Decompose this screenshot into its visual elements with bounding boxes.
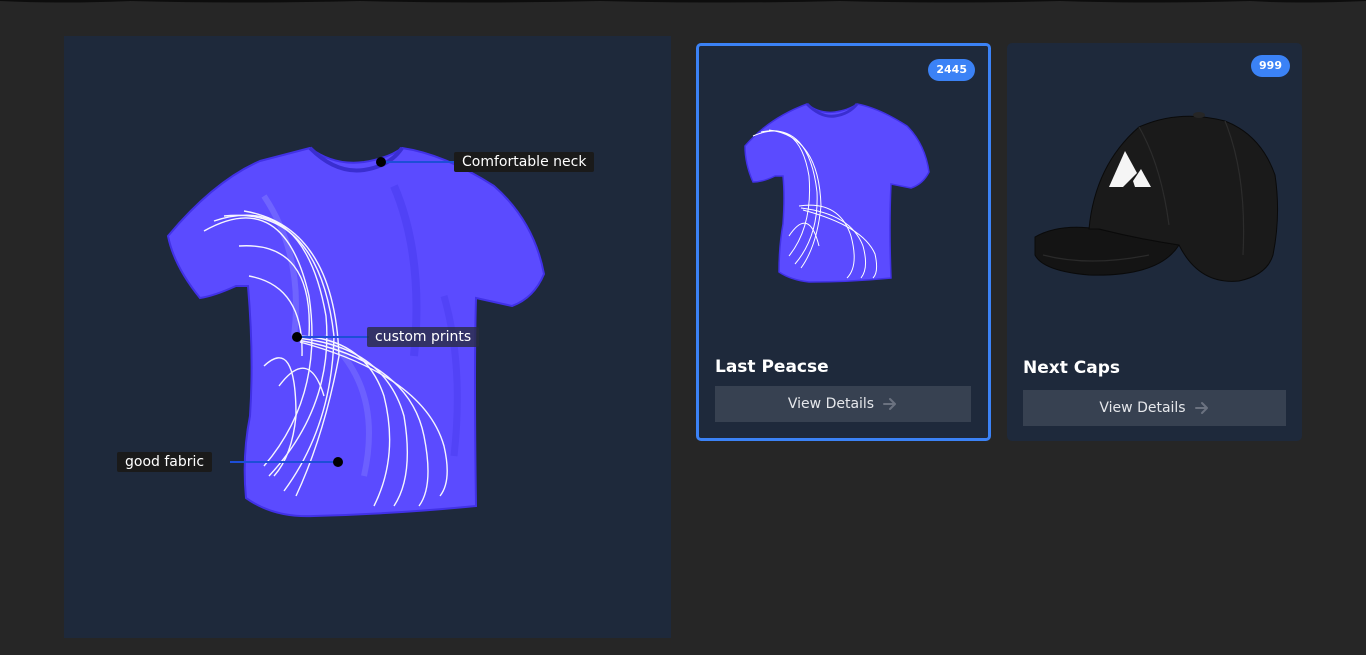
view-details-label: View Details bbox=[1099, 400, 1186, 416]
hotspot-dot-fabric[interactable] bbox=[333, 457, 343, 467]
cap-icon bbox=[1034, 112, 1279, 282]
hotspot-label-print: custom prints bbox=[367, 327, 480, 347]
product-card-last-peacse[interactable]: 2445 Last Peacse View Details bbox=[696, 43, 991, 441]
product-title: Last Peacse bbox=[715, 357, 829, 377]
view-details-button[interactable]: View Details bbox=[715, 386, 971, 422]
hotspot-dot-neck[interactable] bbox=[376, 157, 386, 167]
arrow-right-icon bbox=[883, 398, 897, 410]
product-showcase: Comfortable neck custom prints good fabr… bbox=[64, 36, 671, 638]
arrow-right-icon bbox=[1194, 402, 1208, 414]
view-details-label: View Details bbox=[787, 396, 875, 412]
count-badge: 999 bbox=[1251, 55, 1290, 77]
view-details-button[interactable]: View Details bbox=[1023, 390, 1286, 426]
count-badge: 2445 bbox=[928, 59, 975, 81]
tshirt-shape bbox=[166, 146, 546, 518]
hotspot-label-neck: Comfortable neck bbox=[454, 152, 595, 172]
hotspot-label-fabric: good fabric bbox=[117, 452, 213, 472]
top-banner-strip bbox=[0, 0, 1366, 4]
tshirt-icon bbox=[744, 102, 930, 283]
product-card-next-caps[interactable]: 999 Next Caps View Details bbox=[1007, 43, 1302, 441]
product-title: Next Caps bbox=[1023, 358, 1121, 378]
hotspot-dot-print[interactable] bbox=[292, 332, 302, 342]
